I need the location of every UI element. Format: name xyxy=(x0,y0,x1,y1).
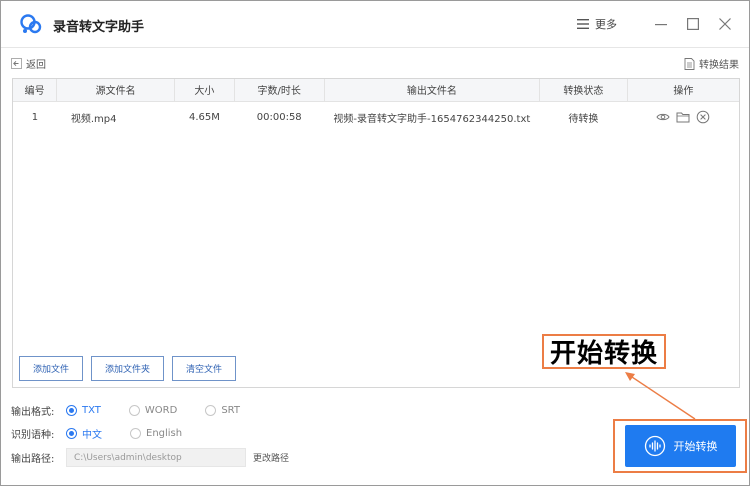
close-icon xyxy=(719,18,731,30)
more-menu-button[interactable]: 更多 xyxy=(577,16,617,32)
sound-wave-icon xyxy=(644,435,665,457)
panel-buttons: 添加文件 添加文件夹 清空文件 xyxy=(19,356,237,381)
header-size: 大小 xyxy=(174,79,235,102)
radio-dot xyxy=(66,428,77,439)
row-index: 1 xyxy=(31,111,39,123)
preview-button[interactable] xyxy=(656,110,670,124)
document-icon xyxy=(684,57,695,70)
language-row: 识别语种: 中文 English xyxy=(11,426,210,441)
maximize-icon xyxy=(687,18,699,30)
more-menu-label: 更多 xyxy=(595,18,617,31)
add-file-button[interactable]: 添加文件 xyxy=(19,356,84,381)
table-header-row: 编号 源文件名 大小 字数/时长 输出文件名 转换状态 操作 xyxy=(13,79,739,102)
eye-icon xyxy=(656,114,670,121)
annotation-text: 开始转换 xyxy=(549,339,658,369)
menu-icon xyxy=(577,19,589,29)
header-actions: 操作 xyxy=(627,79,739,102)
conversion-results-label: 转换结果 xyxy=(699,60,739,71)
radio-dot xyxy=(66,405,77,416)
header-index: 编号 xyxy=(13,79,58,102)
output-path-field[interactable]: C:\Users\admin\desktop xyxy=(66,448,246,467)
clear-files-button[interactable]: 清空文件 xyxy=(172,356,237,381)
language-radio-english[interactable]: English xyxy=(130,428,182,439)
row-status: 待转换 xyxy=(568,113,599,125)
folder-icon xyxy=(676,112,690,123)
open-folder-button[interactable] xyxy=(676,110,690,124)
window-controls: 更多 xyxy=(577,15,735,33)
app-logo-icon xyxy=(20,14,42,34)
table-row[interactable]: 1 视频.mp4 4.65M 00:00:58 视频-录音转文字助手-16547… xyxy=(13,101,739,133)
remove-row-button[interactable] xyxy=(696,110,710,124)
format-radio-srt[interactable]: SRT xyxy=(205,405,240,416)
back-arrow-icon xyxy=(11,58,22,69)
format-radio-txt[interactable]: TXT xyxy=(66,405,101,416)
row-size: 4.65M xyxy=(188,111,220,123)
row-duration: 00:00:58 xyxy=(256,111,302,123)
radio-dot xyxy=(130,428,141,439)
start-convert-label: 开始转换 xyxy=(673,440,718,453)
close-circle-icon xyxy=(696,110,710,124)
header-output: 输出文件名 xyxy=(324,79,541,102)
title-divider xyxy=(1,47,749,48)
title-bar: 录音转文字助手 更多 xyxy=(1,1,749,47)
minimize-button[interactable] xyxy=(651,15,671,33)
language-label: 识别语种: xyxy=(11,430,55,441)
back-button[interactable]: 返回 xyxy=(11,56,46,71)
maximize-button[interactable] xyxy=(683,15,703,33)
annotation-callout: 开始转换 xyxy=(542,334,666,369)
format-radio-word[interactable]: WORD xyxy=(128,405,177,416)
header-source: 源文件名 xyxy=(56,79,175,102)
language-radio-chinese[interactable]: 中文 xyxy=(66,426,102,441)
row-output-name: 视频-录音转文字助手-1654762344250.txt xyxy=(333,113,531,125)
row-source-name: 视频.mp4 xyxy=(70,113,117,125)
output-format-row: 输出格式: TXT WORD SRT xyxy=(11,403,268,418)
file-table: 编号 源文件名 大小 字数/时长 输出文件名 转换状态 操作 1 视频.mp4 … xyxy=(13,79,739,133)
radio-dot xyxy=(128,405,140,416)
conversion-results-button[interactable]: 转换结果 xyxy=(684,56,739,71)
add-folder-button[interactable]: 添加文件夹 xyxy=(91,356,165,381)
app-title: 录音转文字助手 xyxy=(53,20,145,35)
close-button[interactable] xyxy=(715,15,735,33)
output-path-row: 输出路径: C:\Users\admin\desktop 更改路径 xyxy=(11,448,289,467)
output-path-label: 输出路径: xyxy=(11,454,55,465)
app-window: 录音转文字助手 更多 返回 转换结果 编号 源文件名 大小 字数/时长 输出文件… xyxy=(0,0,750,486)
back-label: 返回 xyxy=(26,60,46,71)
header-duration: 字数/时长 xyxy=(234,79,325,102)
output-format-label: 输出格式: xyxy=(11,407,55,418)
header-status: 转换状态 xyxy=(539,79,628,102)
radio-dot xyxy=(205,405,217,416)
minimize-icon xyxy=(655,24,667,26)
row-actions xyxy=(627,101,739,133)
change-path-link[interactable]: 更改路径 xyxy=(253,451,289,464)
start-convert-button[interactable]: 开始转换 xyxy=(625,425,736,467)
